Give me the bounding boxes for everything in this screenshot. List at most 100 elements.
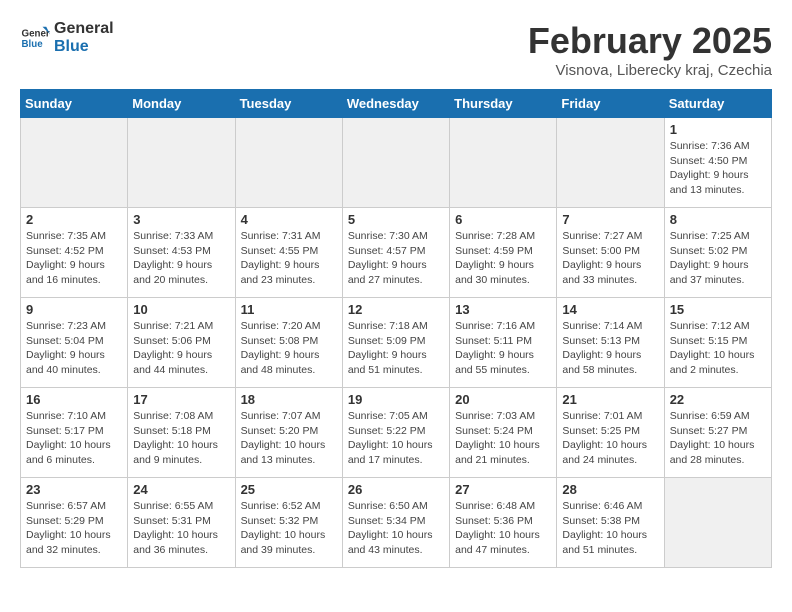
- day-info: Sunrise: 6:50 AM Sunset: 5:34 PM Dayligh…: [348, 499, 444, 558]
- week-row-5: 23 Sunrise: 6:57 AM Sunset: 5:29 PM Dayli…: [21, 478, 772, 568]
- day-info: Sunrise: 6:57 AM Sunset: 5:29 PM Dayligh…: [26, 499, 122, 558]
- calendar-cell: 15 Sunrise: 7:12 AM Sunset: 5:15 PM Dayli…: [664, 298, 771, 388]
- day-number: 20: [455, 392, 551, 407]
- day-number: 26: [348, 482, 444, 497]
- calendar-cell: 9 Sunrise: 7:23 AM Sunset: 5:04 PM Daylig…: [21, 298, 128, 388]
- calendar-cell: 25Sunrise: 6:52 AM Sunset: 5:32 PM Dayli…: [235, 478, 342, 568]
- day-number: 7: [562, 212, 658, 227]
- day-number: 18: [241, 392, 337, 407]
- day-number: 5: [348, 212, 444, 227]
- day-info: Sunrise: 6:48 AM Sunset: 5:36 PM Dayligh…: [455, 499, 551, 558]
- calendar-title: February 2025: [528, 20, 772, 62]
- day-number: 15: [670, 302, 766, 317]
- day-info: Sunrise: 6:52 AM Sunset: 5:32 PM Dayligh…: [241, 499, 337, 558]
- week-row-4: 16 Sunrise: 7:10 AM Sunset: 5:17 PM Dayli…: [21, 388, 772, 478]
- day-info: Sunrise: 7:05 AM Sunset: 5:22 PM Dayligh…: [348, 409, 444, 468]
- week-row-3: 9 Sunrise: 7:23 AM Sunset: 5:04 PM Daylig…: [21, 298, 772, 388]
- day-info: Sunrise: 7:07 AM Sunset: 5:20 PM Dayligh…: [241, 409, 337, 468]
- logo-general: General: [54, 20, 114, 38]
- calendar-cell: 11 Sunrise: 7:20 AM Sunset: 5:08 PM Dayli…: [235, 298, 342, 388]
- calendar-cell: [235, 118, 342, 208]
- day-number: 21: [562, 392, 658, 407]
- calendar-cell: 27 Sunrise: 6:48 AM Sunset: 5:36 PM Dayli…: [450, 478, 557, 568]
- week-row-1: 1Sunrise: 7:36 AM Sunset: 4:50 PM Daylig…: [21, 118, 772, 208]
- weekday-header-friday: Friday: [557, 90, 664, 118]
- svg-text:General: General: [22, 28, 51, 39]
- day-number: 28: [562, 482, 658, 497]
- day-info: Sunrise: 7:30 AM Sunset: 4:57 PM Dayligh…: [348, 229, 444, 288]
- calendar-cell: 24 Sunrise: 6:55 AM Sunset: 5:31 PM Dayli…: [128, 478, 235, 568]
- calendar-cell: 26 Sunrise: 6:50 AM Sunset: 5:34 PM Dayli…: [342, 478, 449, 568]
- day-number: 12: [348, 302, 444, 317]
- day-number: 10: [133, 302, 229, 317]
- day-info: Sunrise: 7:08 AM Sunset: 5:18 PM Dayligh…: [133, 409, 229, 468]
- day-info: Sunrise: 7:12 AM Sunset: 5:15 PM Dayligh…: [670, 319, 766, 378]
- day-number: 19: [348, 392, 444, 407]
- day-number: 8: [670, 212, 766, 227]
- day-info: Sunrise: 7:25 AM Sunset: 5:02 PM Dayligh…: [670, 229, 766, 288]
- day-number: 14: [562, 302, 658, 317]
- day-info: Sunrise: 7:33 AM Sunset: 4:53 PM Dayligh…: [133, 229, 229, 288]
- calendar-cell: [450, 118, 557, 208]
- calendar-cell: 19 Sunrise: 7:05 AM Sunset: 5:22 PM Dayli…: [342, 388, 449, 478]
- day-number: 22: [670, 392, 766, 407]
- day-info: Sunrise: 7:01 AM Sunset: 5:25 PM Dayligh…: [562, 409, 658, 468]
- day-number: 11: [241, 302, 337, 317]
- day-info: Sunrise: 7:18 AM Sunset: 5:09 PM Dayligh…: [348, 319, 444, 378]
- day-info: Sunrise: 7:14 AM Sunset: 5:13 PM Dayligh…: [562, 319, 658, 378]
- logo-icon: General Blue: [20, 23, 50, 53]
- logo: General Blue General Blue: [20, 20, 114, 55]
- calendar-cell: 5 Sunrise: 7:30 AM Sunset: 4:57 PM Daylig…: [342, 208, 449, 298]
- day-info: Sunrise: 6:46 AM Sunset: 5:38 PM Dayligh…: [562, 499, 658, 558]
- day-number: 13: [455, 302, 551, 317]
- weekday-header-thursday: Thursday: [450, 90, 557, 118]
- day-info: Sunrise: 7:03 AM Sunset: 5:24 PM Dayligh…: [455, 409, 551, 468]
- weekday-header-row: SundayMondayTuesdayWednesdayThursdayFrid…: [21, 90, 772, 118]
- day-number: 24: [133, 482, 229, 497]
- calendar-cell: [557, 118, 664, 208]
- day-info: Sunrise: 7:10 AM Sunset: 5:17 PM Dayligh…: [26, 409, 122, 468]
- calendar-cell: 23 Sunrise: 6:57 AM Sunset: 5:29 PM Dayli…: [21, 478, 128, 568]
- calendar-cell: 2 Sunrise: 7:35 AM Sunset: 4:52 PM Daylig…: [21, 208, 128, 298]
- calendar-cell: 18 Sunrise: 7:07 AM Sunset: 5:20 PM Dayli…: [235, 388, 342, 478]
- svg-text:Blue: Blue: [22, 39, 44, 50]
- day-info: Sunrise: 6:55 AM Sunset: 5:31 PM Dayligh…: [133, 499, 229, 558]
- day-info: Sunrise: 7:35 AM Sunset: 4:52 PM Dayligh…: [26, 229, 122, 288]
- week-row-2: 2 Sunrise: 7:35 AM Sunset: 4:52 PM Daylig…: [21, 208, 772, 298]
- day-info: Sunrise: 7:20 AM Sunset: 5:08 PM Dayligh…: [241, 319, 337, 378]
- calendar-cell: 3 Sunrise: 7:33 AM Sunset: 4:53 PM Daylig…: [128, 208, 235, 298]
- calendar-cell: 4Sunrise: 7:31 AM Sunset: 4:55 PM Daylig…: [235, 208, 342, 298]
- day-number: 9: [26, 302, 122, 317]
- day-number: 1: [670, 122, 766, 137]
- title-block: February 2025 Visnova, Liberecky kraj, C…: [528, 20, 772, 79]
- calendar-cell: 7 Sunrise: 7:27 AM Sunset: 5:00 PM Daylig…: [557, 208, 664, 298]
- calendar-cell: 1Sunrise: 7:36 AM Sunset: 4:50 PM Daylig…: [664, 118, 771, 208]
- calendar-cell: 22Sunrise: 6:59 AM Sunset: 5:27 PM Dayli…: [664, 388, 771, 478]
- calendar-cell: 20 Sunrise: 7:03 AM Sunset: 5:24 PM Dayli…: [450, 388, 557, 478]
- weekday-header-sunday: Sunday: [21, 90, 128, 118]
- weekday-header-saturday: Saturday: [664, 90, 771, 118]
- day-number: 27: [455, 482, 551, 497]
- day-number: 3: [133, 212, 229, 227]
- calendar-cell: 10Sunrise: 7:21 AM Sunset: 5:06 PM Dayli…: [128, 298, 235, 388]
- day-number: 6: [455, 212, 551, 227]
- day-info: Sunrise: 7:23 AM Sunset: 5:04 PM Dayligh…: [26, 319, 122, 378]
- weekday-header-monday: Monday: [128, 90, 235, 118]
- day-number: 16: [26, 392, 122, 407]
- calendar-cell: 14 Sunrise: 7:14 AM Sunset: 5:13 PM Dayli…: [557, 298, 664, 388]
- day-number: 2: [26, 212, 122, 227]
- calendar-cell: [664, 478, 771, 568]
- weekday-header-wednesday: Wednesday: [342, 90, 449, 118]
- weekday-header-tuesday: Tuesday: [235, 90, 342, 118]
- calendar-cell: 6 Sunrise: 7:28 AM Sunset: 4:59 PM Daylig…: [450, 208, 557, 298]
- day-number: 4: [241, 212, 337, 227]
- calendar-cell: 13Sunrise: 7:16 AM Sunset: 5:11 PM Dayli…: [450, 298, 557, 388]
- calendar-cell: 12 Sunrise: 7:18 AM Sunset: 5:09 PM Dayli…: [342, 298, 449, 388]
- calendar-cell: 17 Sunrise: 7:08 AM Sunset: 5:18 PM Dayli…: [128, 388, 235, 478]
- day-info: Sunrise: 7:28 AM Sunset: 4:59 PM Dayligh…: [455, 229, 551, 288]
- day-number: 23: [26, 482, 122, 497]
- day-number: 17: [133, 392, 229, 407]
- day-info: Sunrise: 7:27 AM Sunset: 5:00 PM Dayligh…: [562, 229, 658, 288]
- calendar-cell: [128, 118, 235, 208]
- calendar-cell: [21, 118, 128, 208]
